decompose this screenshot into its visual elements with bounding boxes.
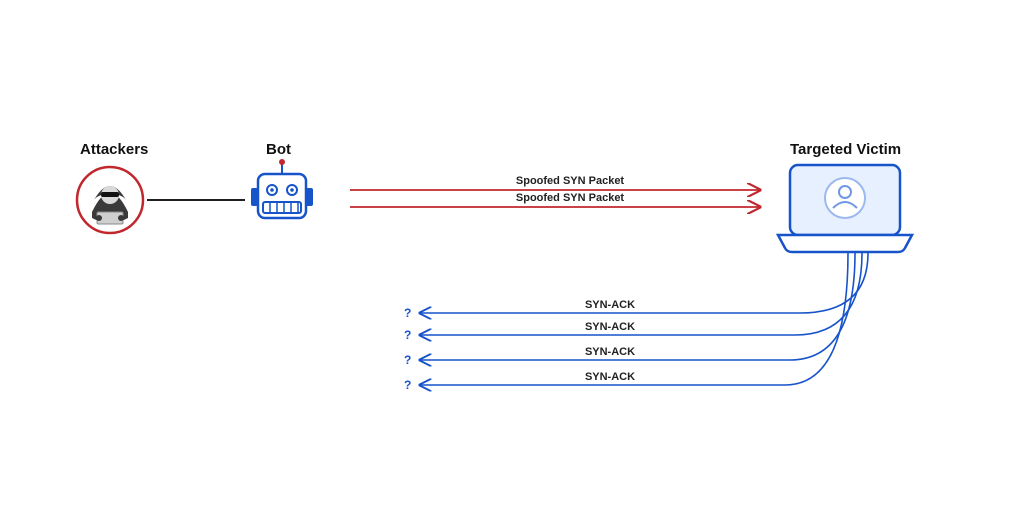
synack-label-4: SYN-ACK <box>585 371 635 383</box>
synack-arrow-3 <box>420 253 855 360</box>
qmark-3: ? <box>404 353 411 367</box>
spoof-label-2: Spoofed SYN Packet <box>516 192 624 204</box>
synack-arrow-2 <box>420 253 862 335</box>
synack-label-3: SYN-ACK <box>585 346 635 358</box>
spoof-label-1: Spoofed SYN Packet <box>516 175 624 187</box>
qmark-2: ? <box>404 328 411 342</box>
synack-arrow-4 <box>420 253 848 385</box>
attacker-icon <box>77 167 143 233</box>
diagram-stage <box>0 0 1024 509</box>
synack-label-2: SYN-ACK <box>585 321 635 333</box>
bot-icon <box>251 159 313 218</box>
synack-arrow-1 <box>420 253 868 313</box>
synack-label-1: SYN-ACK <box>585 299 635 311</box>
qmark-4: ? <box>404 378 411 392</box>
victim-icon <box>778 165 912 252</box>
qmark-1: ? <box>404 306 411 320</box>
